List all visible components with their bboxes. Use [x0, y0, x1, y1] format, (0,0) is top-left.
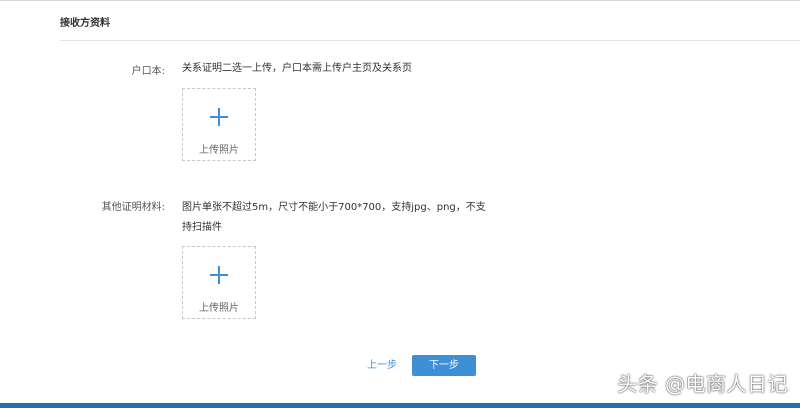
- section-title: 接收方资料: [60, 18, 110, 29]
- household-label: 户口本:: [131, 66, 165, 77]
- bottom-bar: [0, 403, 800, 408]
- other-docs-hint-line2: 持扫描件: [182, 222, 222, 233]
- section-divider: [60, 40, 800, 41]
- household-upload-button[interactable]: 上传照片: [182, 88, 256, 161]
- household-upload-label: 上传照片: [199, 145, 239, 156]
- other-docs-hint-line1: 图片单张不超过5m，尺寸不能小于700*700，支持jpg、png，不支: [182, 202, 486, 213]
- page: 接收方资料 户口本: 关系证明二选一上传，户口本需上传户主页及关系页 上传照片 …: [0, 0, 800, 408]
- other-docs-upload-label: 上传照片: [199, 303, 239, 314]
- next-step-button[interactable]: 下一步: [412, 355, 476, 376]
- watermark: 头条 @电商人日记: [617, 372, 788, 396]
- other-docs-label: 其他证明材料:: [101, 202, 165, 213]
- top-border: [0, 0, 800, 1]
- plus-icon: [210, 266, 228, 284]
- household-hint: 关系证明二选一上传，户口本需上传户主页及关系页: [182, 63, 412, 74]
- plus-icon: [210, 108, 228, 126]
- other-docs-upload-button[interactable]: 上传照片: [182, 246, 256, 319]
- prev-step-button[interactable]: 上一步: [357, 355, 407, 376]
